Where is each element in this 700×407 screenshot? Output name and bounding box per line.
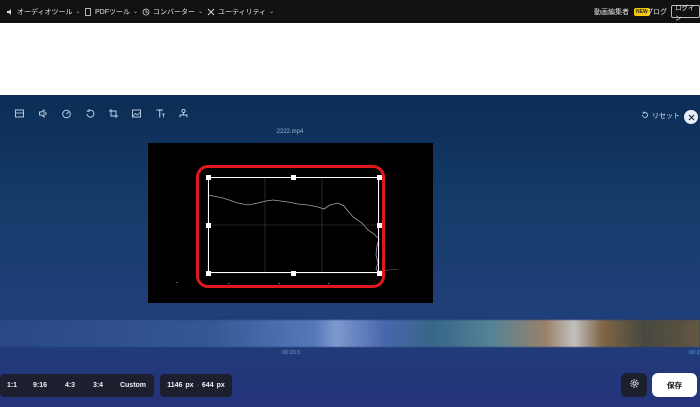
volume-tool[interactable] — [32, 104, 54, 126]
image-icon — [131, 106, 142, 124]
nav-pdf-tools[interactable]: PDFツール ⌄ — [83, 0, 138, 23]
utility-icon — [206, 7, 215, 16]
close-icon — [688, 108, 695, 126]
chevron-down-icon: ⌄ — [198, 9, 204, 15]
timeline-thumbnails[interactable] — [0, 320, 700, 347]
height-unit: px — [216, 382, 225, 389]
content-spacer — [0, 23, 700, 95]
gear-icon — [629, 376, 640, 394]
nav-converter[interactable]: コンバーター ⌄ — [141, 0, 203, 23]
speed-tool[interactable] — [55, 104, 77, 126]
audio-icon — [5, 7, 14, 16]
chevron-down-icon: ⌄ — [133, 9, 139, 15]
crop-icon — [108, 106, 119, 124]
effects-tool[interactable] — [172, 104, 194, 126]
converter-icon — [141, 7, 150, 16]
speed-icon — [61, 106, 72, 124]
trim-icon — [14, 106, 25, 124]
chevron-down-icon: ⌄ — [269, 9, 275, 15]
timeline-time-center: 00:20.5 — [282, 350, 301, 356]
red-highlight-annotation — [196, 165, 385, 288]
ratio-9-16-button[interactable]: 9:16 — [24, 374, 56, 397]
save-button[interactable]: 保存 — [652, 373, 697, 397]
settings-button[interactable] — [621, 373, 647, 397]
video-preview[interactable] — [148, 143, 433, 303]
nav-blog[interactable]: ブログ — [646, 0, 667, 23]
crop-tool[interactable] — [102, 104, 124, 126]
text-tool[interactable] — [149, 104, 171, 126]
close-button[interactable] — [684, 110, 698, 124]
nav-converter-label: コンバーター — [153, 8, 195, 16]
pdf-icon — [83, 7, 92, 16]
width-value[interactable]: 1146 — [167, 382, 182, 389]
ratio-custom-button[interactable]: Custom — [112, 374, 154, 397]
aspect-ratio-group: 1:1 9:16 4:3 3:4 Custom — [0, 374, 154, 397]
ratio-3-4-button[interactable]: 3:4 — [84, 374, 112, 397]
reset-button[interactable]: リセット — [641, 111, 680, 121]
ratio-1-1-button[interactable]: 1:1 — [0, 374, 24, 397]
rotate-tool[interactable] — [79, 104, 101, 126]
nav-utility-label: ユーティリティ — [218, 8, 267, 16]
nav-pdf-label: PDFツール — [95, 8, 130, 16]
login-button[interactable]: ログイン — [671, 5, 700, 22]
ratio-4-3-button[interactable]: 4:3 — [56, 374, 84, 397]
nav-blog-label: ブログ — [646, 8, 667, 16]
output-size: 1146 px · 644 px — [160, 374, 232, 397]
nav-utility[interactable]: ユーティリティ ⌄ — [206, 0, 274, 23]
nav-audio-tools[interactable]: オーディオツール ⌄ — [5, 0, 81, 23]
trim-tool[interactable] — [8, 104, 30, 126]
rotate-icon — [85, 106, 96, 124]
text-icon — [155, 106, 166, 124]
width-unit: px — [185, 382, 194, 389]
reset-icon — [641, 111, 649, 121]
volume-icon — [38, 106, 49, 124]
crop-editor: リセット 2222.mp4 00:20.5 00:2 1:1 9:16 4:3 … — [0, 95, 700, 407]
top-nav: オーディオツール ⌄ PDFツール ⌄ コンバーター ⌄ ユーティリティ ⌄ 動… — [0, 0, 700, 23]
size-separator: · — [196, 382, 199, 389]
nav-video-editor[interactable]: 動画編集者 NEW — [594, 0, 650, 23]
image-tool[interactable] — [125, 104, 147, 126]
nav-audio-label: オーディオツール — [17, 8, 73, 16]
editor-toolbar — [0, 104, 200, 126]
reset-label: リセット — [652, 113, 680, 120]
video-filename: 2222.mp4 — [276, 129, 304, 135]
nav-video-editor-label: 動画編集者 — [594, 8, 629, 16]
effects-icon — [178, 106, 189, 124]
chevron-down-icon: ⌄ — [75, 9, 81, 15]
height-value[interactable]: 644 — [202, 382, 214, 389]
timeline-time-right: 00:2 — [689, 350, 700, 356]
